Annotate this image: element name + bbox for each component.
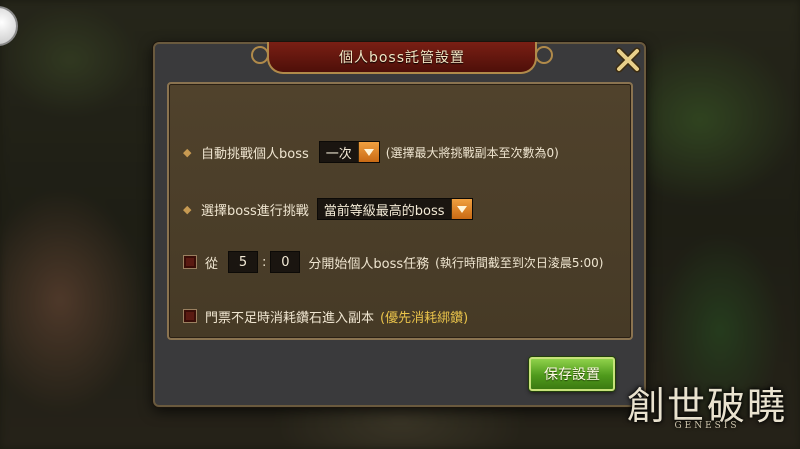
schedule-prefix: 從: [205, 256, 219, 272]
diamond-bullet-icon: ◆: [183, 145, 192, 159]
chevron-down-icon[interactable]: [357, 142, 379, 162]
use-diamonds-checkbox[interactable]: [183, 309, 197, 323]
logo-subtitle: GENESIS: [674, 421, 740, 431]
save-settings-button[interactable]: 保存設置: [529, 357, 615, 391]
use-diamonds-row: 門票不足時消耗鑽石進入副本 (優先消耗綁鑽): [183, 304, 468, 328]
choose-boss-label: 選擇boss進行挑戰: [201, 203, 309, 219]
schedule-hour-input[interactable]: 5: [228, 251, 259, 273]
settings-panel: ◆ 自動挑戰個人boss 一次 (選擇最大將挑戰副本至次數為0) ◆ 選擇bos…: [167, 82, 633, 340]
boss-auto-settings-dialog: 個人boss託管設置 ◆ 自動挑戰個人boss 一次 (選擇最大將挑戰副本至次數…: [153, 42, 646, 407]
challenge-count-value: 一次: [325, 146, 352, 162]
boss-select[interactable]: 當前等級最高的boss: [316, 198, 473, 220]
use-diamonds-label: 門票不足時消耗鑽石進入副本: [205, 310, 375, 326]
schedule-minute-input[interactable]: 0: [270, 251, 301, 273]
auto-challenge-row: ◆ 自動挑戰個人boss 一次 (選擇最大將挑戰副本至次數為0): [183, 140, 559, 164]
choose-boss-row: ◆ 選擇boss進行挑戰 當前等級最高的boss: [183, 197, 473, 221]
challenge-count-select[interactable]: 一次: [318, 141, 380, 163]
chevron-down-icon[interactable]: [450, 199, 472, 219]
schedule-colon: :: [262, 254, 267, 270]
use-diamonds-highlight: (優先消耗綁鑽): [380, 310, 469, 326]
auto-challenge-note: (選擇最大將挑戰副本至次數為0): [385, 145, 559, 160]
schedule-suffix: 分開始個人boss任務: [308, 256, 430, 272]
close-button[interactable]: [614, 46, 642, 74]
auto-challenge-label: 自動挑戰個人boss: [201, 146, 309, 162]
game-logo: 創世破曉 GENESIS: [622, 375, 792, 445]
diamond-bullet-icon: ◆: [183, 202, 192, 216]
dialog-title-plate: 個人boss託管設置: [251, 42, 553, 74]
schedule-checkbox[interactable]: [183, 255, 197, 269]
schedule-note: (執行時間截至到次日淩晨5:00): [435, 255, 604, 270]
boss-select-value: 當前等級最高的boss: [323, 203, 445, 219]
schedule-row: 從 5 : 0 分開始個人boss任務 (執行時間截至到次日淩晨5:00): [183, 250, 603, 274]
close-icon: [615, 47, 641, 73]
dialog-title: 個人boss託管設置: [338, 50, 466, 66]
